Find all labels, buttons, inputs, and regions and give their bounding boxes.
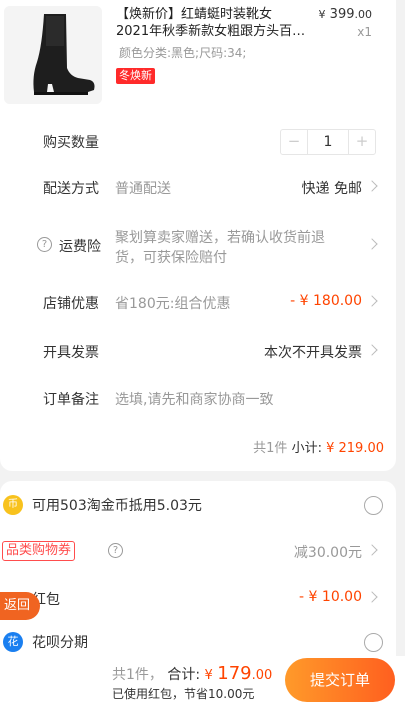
product-thumbnail[interactable] (4, 6, 102, 104)
insurance-text: 聚划算卖家赠送，若确认收货前退货，可获保险赔付 (115, 230, 325, 266)
invoice-label: 开具发票 (43, 345, 99, 361)
price-symbol: ¥ (318, 8, 326, 21)
quantity-plus-button[interactable]: + (349, 130, 375, 154)
product-title-line2: 2021年秋季新款女粗跟方头百… (116, 24, 306, 39)
chevron-right-icon (366, 344, 378, 356)
insurance-label: 运费险 (59, 239, 101, 255)
savings-note: 已使用红包，节省10.00元 (112, 687, 255, 701)
coin-radio[interactable] (364, 496, 383, 515)
coupon-value: 减30.00元 (293, 545, 362, 561)
total-symbol: ¥ (204, 668, 213, 683)
total-line: 共1件， 合计: ¥ 179.00 (112, 663, 272, 684)
delivery-value: 快递 免邮 (301, 181, 362, 197)
note-label: 订单备注 (43, 392, 99, 408)
chevron-right-icon (366, 180, 378, 192)
redpacket-value: - ¥ 10.00 (299, 589, 362, 605)
total-int: 179 (217, 663, 252, 684)
quantity-label: 购买数量 (43, 135, 99, 151)
redpacket-row[interactable]: 红包 - ¥ 10.00 (0, 587, 396, 611)
delivery-row[interactable]: 配送方式 普通配送 快递 免邮 (0, 176, 396, 200)
subtotal-count: 共1件 (253, 441, 288, 456)
chevron-right-icon (366, 591, 378, 603)
discount-label: 店铺优惠 (43, 296, 99, 312)
total-dec: .00 (251, 668, 273, 683)
product-quantity: x1 (357, 25, 372, 39)
subtotal-key: 小计: (291, 441, 322, 456)
price-int: 399 (329, 7, 355, 22)
promo-badge: 冬焕新 (116, 68, 155, 84)
note-row: 订单备注 选填,请先和商家协商一致 (0, 387, 396, 411)
coin-row[interactable]: 可用503淘金币抵用5.03元 (0, 493, 396, 517)
invoice-value: 本次不开具发票 (264, 345, 362, 361)
note-input[interactable]: 选填,请先和商家协商一致 (115, 389, 273, 409)
total-count: 共1件， (112, 667, 163, 683)
quantity-input[interactable]: 1 (307, 130, 349, 154)
huabei-row[interactable]: 花呗分期 (0, 630, 396, 654)
subtotal-value: ¥ 219.00 (326, 441, 384, 456)
quantity-minus-button[interactable]: − (281, 130, 307, 154)
coupon-row[interactable]: 减30.00元 (0, 540, 396, 564)
boot-image (4, 6, 102, 104)
quantity-stepper: − 1 + (280, 129, 376, 155)
huabei-label: 花呗分期 (32, 635, 88, 651)
discount-row[interactable]: 店铺优惠 省180元:组合优惠 - ¥ 180.00 (0, 291, 396, 315)
delivery-method: 普通配送 (115, 181, 171, 197)
discount-value: - ¥ 180.00 (290, 293, 362, 309)
back-button[interactable]: 返回 (0, 592, 40, 620)
discount-detail: 省180元:组合优惠 (115, 296, 231, 312)
checkout-bar: 共1件， 合计: ¥ 179.00 已使用红包，节省10.00元 提交订单 (0, 656, 405, 715)
invoice-row[interactable]: 开具发票 本次不开具发票 (0, 340, 396, 364)
product-sku: 颜色分类:黑色;尺码:34; (119, 46, 247, 60)
price-dec: .00 (354, 8, 373, 21)
chevron-right-icon (366, 295, 378, 307)
chevron-right-icon (366, 544, 378, 556)
subtotal: 共1件 小计: ¥ 219.00 (253, 437, 384, 456)
huabei-radio[interactable] (364, 633, 383, 652)
product-title[interactable]: 【焕新价】红蜻蜓时装靴女 2021年秋季新款女粗跟方头百… (116, 6, 321, 40)
product-price: ¥ 399.00 (319, 7, 372, 22)
product-title-line1: 【焕新价】红蜻蜓时装靴女 (116, 7, 273, 22)
order-card: 【焕新价】红蜻蜓时装靴女 2021年秋季新款女粗跟方头百… ¥ 399.00 x… (0, 0, 396, 471)
chevron-right-icon (366, 238, 378, 250)
delivery-label: 配送方式 (43, 181, 99, 197)
coin-text: 可用503淘金币抵用5.03元 (32, 498, 202, 514)
submit-order-button[interactable]: 提交订单 (285, 658, 395, 702)
total-key: 合计: (167, 667, 201, 683)
